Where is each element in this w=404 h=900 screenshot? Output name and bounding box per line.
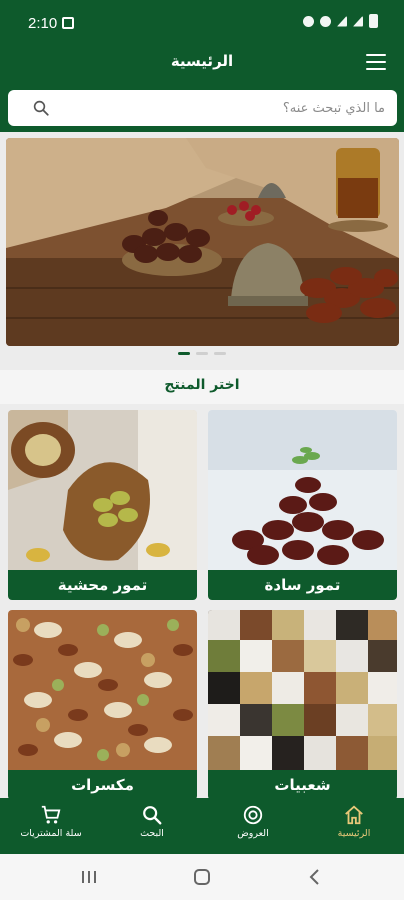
search-icon [143,806,162,825]
status-bar: 2:10 [0,0,404,44]
popular-sweets-image [208,610,397,770]
bottom-nav: الرئيسية العروض البحث سلة المشتريات [0,798,404,854]
nuts-image [8,610,197,770]
wifi-icon [320,15,331,27]
category-label: مكسرات [8,770,197,800]
menu-icon[interactable] [366,54,386,70]
category-card-nuts[interactable]: مكسرات [8,610,197,800]
banner-image[interactable] [6,138,399,346]
recent-apps-icon[interactable] [80,868,98,886]
nav-home[interactable]: الرئيسية [309,804,399,839]
nav-label: البحث [140,828,164,839]
category-label: تمور محشية [8,570,197,600]
search-bar [0,84,404,132]
page-title: الرئيسية [170,52,234,70]
home-button-icon[interactable] [193,868,211,886]
back-icon[interactable] [306,868,324,886]
notification-icon [62,17,74,29]
section-title: اختر المنتج [164,377,240,393]
category-card-stuffed-dates[interactable]: تمور محشية [8,410,197,600]
banner-pager [0,352,404,358]
pager-dot[interactable] [214,352,226,355]
search-input[interactable] [68,90,385,126]
nav-cart[interactable]: سلة المشتريات [6,804,96,839]
home-icon [345,805,363,825]
category-label: شعبيات [208,770,397,800]
system-nav-bar [0,854,404,900]
nav-label: سلة المشتريات [20,828,82,839]
category-card-popular-sweets[interactable]: شعبيات [208,610,397,800]
nav-label: العروض [237,828,269,839]
category-label: تمور سادة [208,570,397,600]
stuffed-dates-image [8,410,197,570]
alarm-icon [303,15,314,27]
cart-icon [41,805,61,824]
pager-dot[interactable] [178,352,190,355]
offers-icon [243,805,263,825]
pager-dot[interactable] [196,352,208,355]
category-card-plain-dates[interactable]: تمور سادة [208,410,397,600]
signal-icon-2 [353,15,363,27]
nav-search[interactable]: البحث [107,804,197,839]
search-icon[interactable] [32,99,50,117]
plain-dates-image [208,410,397,570]
battery-icon [369,14,378,28]
banner-dates-picture [6,138,399,346]
nav-offers[interactable]: العروض [208,804,298,839]
section-header: اختر المنتج [0,370,404,404]
nav-label: الرئيسية [337,828,371,839]
signal-icon [337,15,347,27]
status-icons [303,14,378,28]
status-time: 2:10 [28,15,58,32]
search-box [8,90,397,126]
app-bar: الرئيسية [0,44,404,84]
